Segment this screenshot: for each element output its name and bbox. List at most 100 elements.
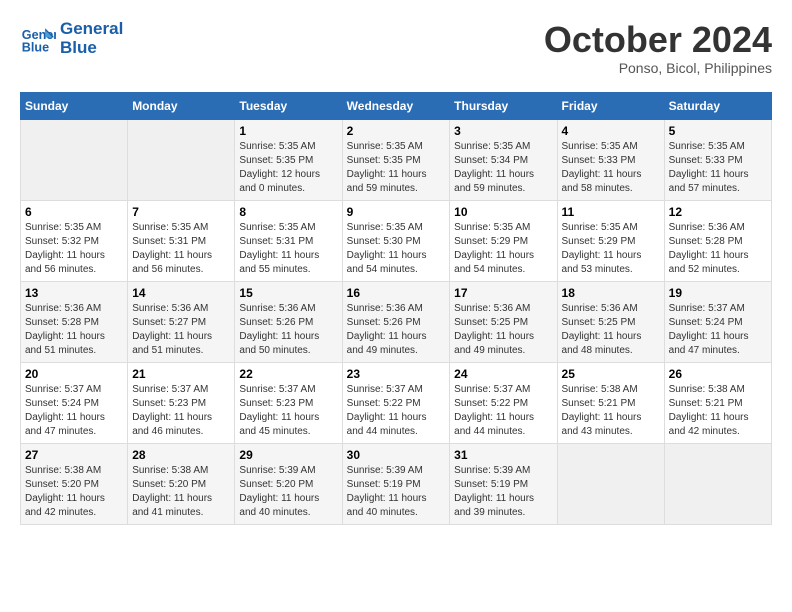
calendar-cell: 26 Sunrise: 5:38 AMSunset: 5:21 PMDayligh… xyxy=(664,362,771,443)
cell-info: Sunrise: 5:35 AMSunset: 5:29 PMDaylight:… xyxy=(454,221,552,277)
calendar-cell: 2 Sunrise: 5:35 AMSunset: 5:35 PMDaylight… xyxy=(342,119,450,200)
day-number: 15 xyxy=(239,286,337,300)
calendar-cell: 18Sunrise: 5:36 AMSunset: 5:25 PMDayligh… xyxy=(557,281,664,362)
header-monday: Monday xyxy=(128,92,235,119)
header-tuesday: Tuesday xyxy=(235,92,342,119)
cell-info: Sunrise: 5:38 AMSunset: 5:20 PMDaylight:… xyxy=(25,464,123,520)
cell-info: Sunrise: 5:38 AMSunset: 5:21 PMDaylight:… xyxy=(669,383,767,439)
cell-info: Sunrise: 5:35 AMSunset: 5:30 PMDaylight:… xyxy=(347,221,446,277)
cell-info: Sunrise: 5:37 AMSunset: 5:22 PMDaylight:… xyxy=(454,383,552,439)
header-friday: Friday xyxy=(557,92,664,119)
calendar-cell: 1 Sunrise: 5:35 AMSunset: 5:35 PMDaylight… xyxy=(235,119,342,200)
calendar-cell: 6Sunrise: 5:35 AMSunset: 5:32 PMDaylight… xyxy=(21,200,128,281)
cell-info: Sunrise: 5:35 AMSunset: 5:35 PMDaylight:… xyxy=(239,140,337,196)
header-thursday: Thursday xyxy=(450,92,557,119)
calendar-table: SundayMondayTuesdayWednesdayThursdayFrid… xyxy=(20,92,772,525)
day-number: 9 xyxy=(347,205,446,219)
svg-text:Blue: Blue xyxy=(22,40,49,54)
cell-info: Sunrise: 5:36 AMSunset: 5:26 PMDaylight:… xyxy=(347,302,446,358)
cell-info: Sunrise: 5:36 AMSunset: 5:25 PMDaylight:… xyxy=(562,302,660,358)
cell-info: Sunrise: 5:39 AMSunset: 5:19 PMDaylight:… xyxy=(454,464,552,520)
calendar-cell: 8 Sunrise: 5:35 AMSunset: 5:31 PMDaylight… xyxy=(235,200,342,281)
day-number: 3 xyxy=(454,124,552,138)
day-number: 7 xyxy=(132,205,230,219)
week-row-5: 27 Sunrise: 5:38 AMSunset: 5:20 PMDayligh… xyxy=(21,443,772,524)
week-row-2: 6Sunrise: 5:35 AMSunset: 5:32 PMDaylight… xyxy=(21,200,772,281)
calendar-cell: 14 Sunrise: 5:36 AMSunset: 5:27 PMDayligh… xyxy=(128,281,235,362)
week-row-4: 20 Sunrise: 5:37 AMSunset: 5:24 PMDayligh… xyxy=(21,362,772,443)
calendar-cell: 3 Sunrise: 5:35 AMSunset: 5:34 PMDaylight… xyxy=(450,119,557,200)
month-title: October 2024 xyxy=(544,20,772,60)
calendar-cell: 29 Sunrise: 5:39 AMSunset: 5:20 PMDayligh… xyxy=(235,443,342,524)
calendar-cell: 10Sunrise: 5:35 AMSunset: 5:29 PMDayligh… xyxy=(450,200,557,281)
day-number: 25 xyxy=(562,367,660,381)
week-row-3: 13 Sunrise: 5:36 AMSunset: 5:28 PMDayligh… xyxy=(21,281,772,362)
cell-info: Sunrise: 5:38 AMSunset: 5:21 PMDaylight:… xyxy=(562,383,660,439)
day-number: 8 xyxy=(239,205,337,219)
day-number: 27 xyxy=(25,448,123,462)
calendar-cell: 17Sunrise: 5:36 AMSunset: 5:25 PMDayligh… xyxy=(450,281,557,362)
calendar-cell xyxy=(557,443,664,524)
day-number: 29 xyxy=(239,448,337,462)
calendar-cell: 30 Sunrise: 5:39 AMSunset: 5:19 PMDayligh… xyxy=(342,443,450,524)
calendar-cell: 19 Sunrise: 5:37 AMSunset: 5:24 PMDayligh… xyxy=(664,281,771,362)
day-number: 22 xyxy=(239,367,337,381)
cell-info: Sunrise: 5:37 AMSunset: 5:23 PMDaylight:… xyxy=(239,383,337,439)
cell-info: Sunrise: 5:37 AMSunset: 5:24 PMDaylight:… xyxy=(669,302,767,358)
calendar-cell: 12 Sunrise: 5:36 AMSunset: 5:28 PMDayligh… xyxy=(664,200,771,281)
calendar-cell xyxy=(664,443,771,524)
day-number: 1 xyxy=(239,124,337,138)
day-number: 26 xyxy=(669,367,767,381)
day-number: 20 xyxy=(25,367,123,381)
cell-info: Sunrise: 5:39 AMSunset: 5:19 PMDaylight:… xyxy=(347,464,446,520)
day-number: 19 xyxy=(669,286,767,300)
day-number: 16 xyxy=(347,286,446,300)
header-wednesday: Wednesday xyxy=(342,92,450,119)
calendar-cell: 9 Sunrise: 5:35 AMSunset: 5:30 PMDaylight… xyxy=(342,200,450,281)
calendar-cell: 4 Sunrise: 5:35 AMSunset: 5:33 PMDaylight… xyxy=(557,119,664,200)
cell-info: Sunrise: 5:35 AMSunset: 5:31 PMDaylight:… xyxy=(239,221,337,277)
day-number: 12 xyxy=(669,205,767,219)
cell-info: Sunrise: 5:37 AMSunset: 5:22 PMDaylight:… xyxy=(347,383,446,439)
day-number: 24 xyxy=(454,367,552,381)
header-saturday: Saturday xyxy=(664,92,771,119)
cell-info: Sunrise: 5:35 AMSunset: 5:34 PMDaylight:… xyxy=(454,140,552,196)
day-number: 6 xyxy=(25,205,123,219)
cell-info: Sunrise: 5:39 AMSunset: 5:20 PMDaylight:… xyxy=(239,464,337,520)
day-number: 21 xyxy=(132,367,230,381)
cell-info: Sunrise: 5:38 AMSunset: 5:20 PMDaylight:… xyxy=(132,464,230,520)
calendar-cell: 25 Sunrise: 5:38 AMSunset: 5:21 PMDayligh… xyxy=(557,362,664,443)
cell-info: Sunrise: 5:37 AMSunset: 5:24 PMDaylight:… xyxy=(25,383,123,439)
day-number: 30 xyxy=(347,448,446,462)
calendar-cell: 5 Sunrise: 5:35 AMSunset: 5:33 PMDaylight… xyxy=(664,119,771,200)
calendar-cell: 24 Sunrise: 5:37 AMSunset: 5:22 PMDayligh… xyxy=(450,362,557,443)
cell-info: Sunrise: 5:36 AMSunset: 5:27 PMDaylight:… xyxy=(132,302,230,358)
calendar-cell xyxy=(128,119,235,200)
day-number: 31 xyxy=(454,448,552,462)
cell-info: Sunrise: 5:36 AMSunset: 5:26 PMDaylight:… xyxy=(239,302,337,358)
cell-info: Sunrise: 5:35 AMSunset: 5:33 PMDaylight:… xyxy=(562,140,660,196)
cell-info: Sunrise: 5:35 AMSunset: 5:29 PMDaylight:… xyxy=(562,221,660,277)
day-number: 14 xyxy=(132,286,230,300)
calendar-cell: 11Sunrise: 5:35 AMSunset: 5:29 PMDayligh… xyxy=(557,200,664,281)
cell-info: Sunrise: 5:37 AMSunset: 5:23 PMDaylight:… xyxy=(132,383,230,439)
calendar-cell: 7Sunrise: 5:35 AMSunset: 5:31 PMDaylight… xyxy=(128,200,235,281)
calendar-cell: 20 Sunrise: 5:37 AMSunset: 5:24 PMDayligh… xyxy=(21,362,128,443)
day-number: 5 xyxy=(669,124,767,138)
day-number: 13 xyxy=(25,286,123,300)
page-header: General Blue General Blue October 2024 P… xyxy=(20,20,772,76)
cell-info: Sunrise: 5:36 AMSunset: 5:28 PMDaylight:… xyxy=(669,221,767,277)
day-number: 23 xyxy=(347,367,446,381)
cell-info: Sunrise: 5:35 AMSunset: 5:35 PMDaylight:… xyxy=(347,140,446,196)
logo: General Blue General Blue xyxy=(20,20,123,57)
day-number: 2 xyxy=(347,124,446,138)
calendar-cell: 23 Sunrise: 5:37 AMSunset: 5:22 PMDayligh… xyxy=(342,362,450,443)
day-number: 4 xyxy=(562,124,660,138)
cell-info: Sunrise: 5:36 AMSunset: 5:28 PMDaylight:… xyxy=(25,302,123,358)
cell-info: Sunrise: 5:35 AMSunset: 5:33 PMDaylight:… xyxy=(669,140,767,196)
title-block: October 2024 Ponso, Bicol, Philippines xyxy=(544,20,772,76)
header-sunday: Sunday xyxy=(21,92,128,119)
calendar-cell: 13 Sunrise: 5:36 AMSunset: 5:28 PMDayligh… xyxy=(21,281,128,362)
day-number: 28 xyxy=(132,448,230,462)
calendar-cell: 16 Sunrise: 5:36 AMSunset: 5:26 PMDayligh… xyxy=(342,281,450,362)
